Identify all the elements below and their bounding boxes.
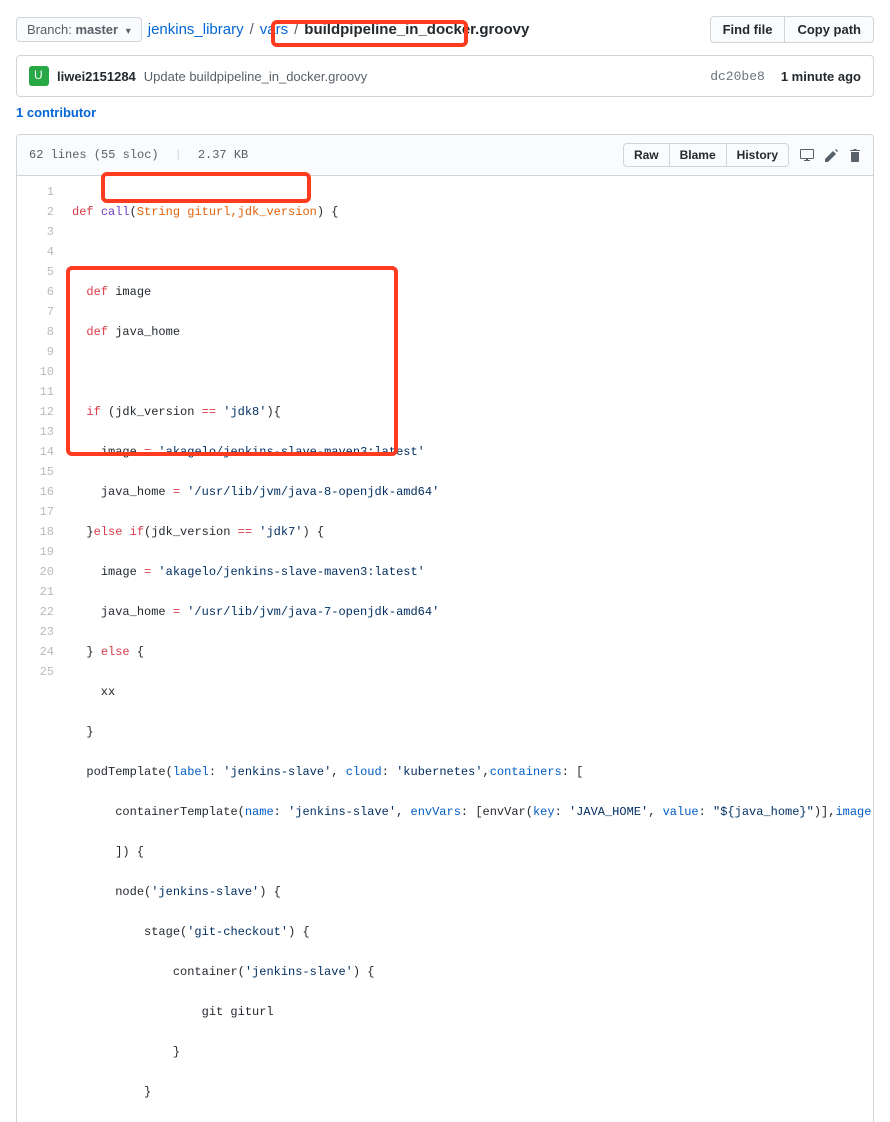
file-size: 2.37 KB [198,148,248,162]
commit-sha[interactable]: dc20be8 [710,69,765,84]
breadcrumb-folder[interactable]: vars [260,21,288,38]
raw-button[interactable]: Raw [623,143,669,167]
branch-label: Branch: [27,22,72,37]
code-viewer: 1234567891011121314151617181920212223242… [17,176,873,1122]
contributors-link[interactable]: 1 contributor [16,105,874,120]
file-viewer: 62 lines (55 sloc) | 2.37 KB Raw Blame H… [16,134,874,1122]
avatar [29,66,49,86]
branch-selector[interactable]: Branch: master ▾ [16,17,142,42]
breadcrumb: jenkins_library / vars / buildpipeline_i… [148,21,530,38]
code-content[interactable]: def call(String giturl,jdk_version) { de… [62,176,873,1122]
history-button[interactable]: History [726,143,789,167]
line-numbers: 1234567891011121314151617181920212223242… [17,176,62,1122]
latest-commit: liwei2151284 Update buildpipeline_in_doc… [16,55,874,97]
desktop-icon[interactable] [799,147,815,163]
file-lines: 62 lines (55 sloc) [29,148,159,162]
pencil-icon[interactable] [825,148,839,162]
file-header: 62 lines (55 sloc) | 2.37 KB Raw Blame H… [17,135,873,176]
breadcrumb-file: buildpipeline_in_docker.groovy [304,21,529,38]
copy-path-button[interactable]: Copy path [785,16,874,43]
commit-message[interactable]: Update buildpipeline_in_docker.groovy [144,69,367,84]
trash-icon[interactable] [849,148,861,162]
commit-author[interactable]: liwei2151284 [57,69,136,84]
find-file-button[interactable]: Find file [710,16,786,43]
branch-value: master [75,22,118,37]
caret-down-icon: ▾ [126,26,131,37]
breadcrumb-root[interactable]: jenkins_library [148,21,244,38]
blame-button[interactable]: Blame [669,143,726,167]
commit-time: 1 minute ago [781,69,861,84]
